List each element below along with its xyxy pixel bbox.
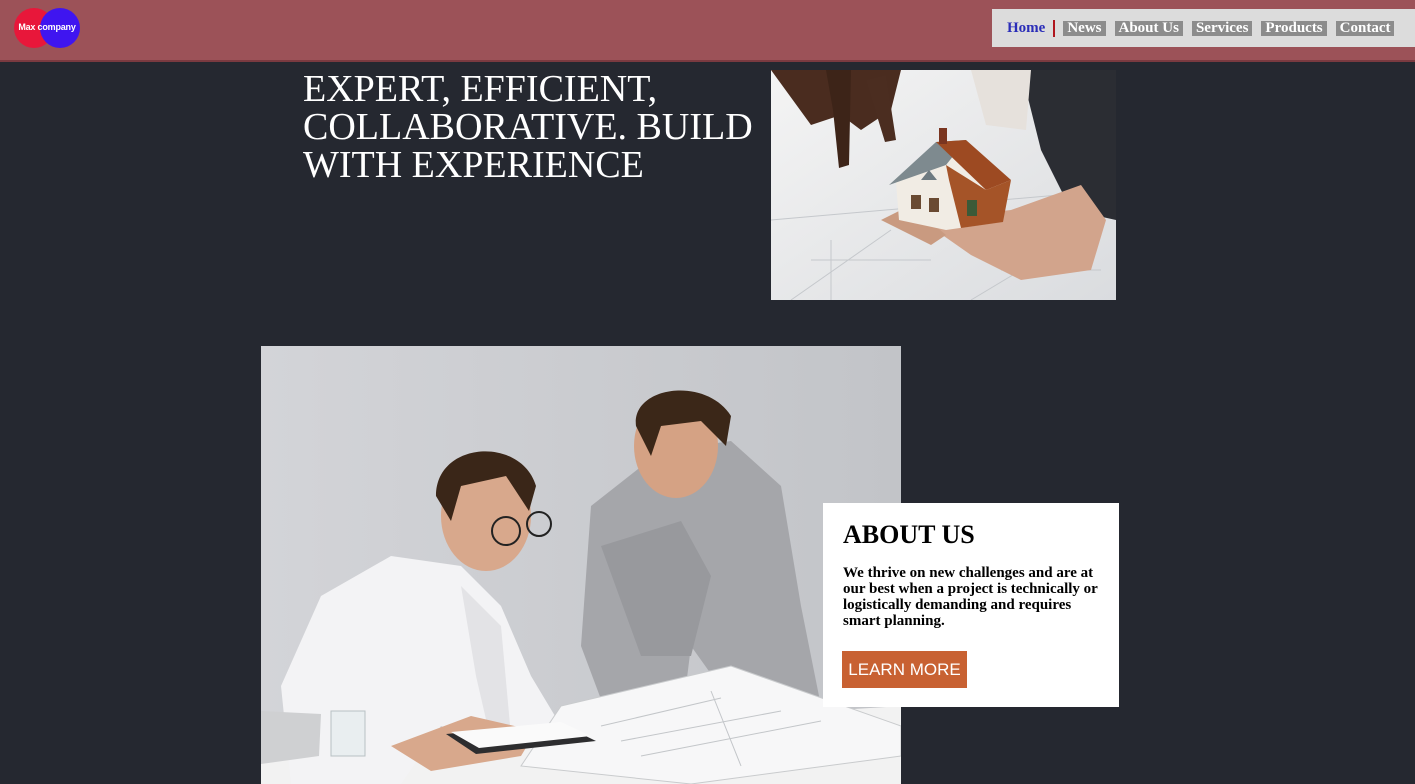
- nav-link-about-us[interactable]: About Us: [1114, 20, 1183, 36]
- team-working-photo: [261, 346, 901, 784]
- about-title: ABOUT US: [843, 520, 975, 549]
- nav-separator: [1053, 19, 1056, 37]
- site-header: Max company Home News About Us Services …: [0, 0, 1415, 62]
- learn-more-button[interactable]: LEARN MORE: [842, 651, 967, 688]
- house-model-photo: [771, 70, 1116, 300]
- nav-link-news[interactable]: News: [1063, 20, 1106, 36]
- max-company-logo[interactable]: Max company: [14, 8, 80, 48]
- hero-title: EXPERT, EFFICIENT, COLLABORATIVE. BUILD …: [303, 68, 753, 186]
- nav-link-contact[interactable]: Contact: [1335, 20, 1395, 36]
- logo-text: Max company: [18, 22, 76, 32]
- nav-link-home[interactable]: Home: [1006, 20, 1046, 36]
- nav-link-products[interactable]: Products: [1261, 20, 1327, 36]
- about-description: We thrive on new challenges and are at o…: [843, 565, 1098, 629]
- main-nav: Home News About Us Services Products Con…: [992, 9, 1415, 47]
- nav-link-services[interactable]: Services: [1191, 20, 1253, 36]
- about-card: ABOUT US We thrive on new challenges and…: [823, 503, 1119, 707]
